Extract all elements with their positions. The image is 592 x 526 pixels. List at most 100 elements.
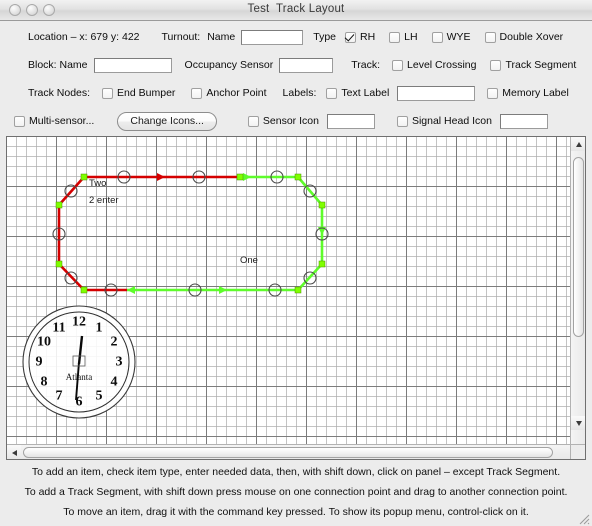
turnout-name-label: Name (207, 31, 236, 43)
clock-numeral: 8 (41, 375, 48, 390)
checkbox-text-label-label: Text Label (341, 87, 390, 99)
checkbox-double-xover-box[interactable] (484, 31, 496, 43)
connection-point (236, 173, 244, 181)
checkbox-anchor-point-box[interactable] (191, 87, 203, 99)
toolbar-row-block: Block: Name Occupancy Sensor Track: Leve… (0, 51, 592, 79)
checkbox-lh[interactable]: LH (389, 31, 418, 43)
track-label-one[interactable]: One (240, 255, 258, 266)
scroll-up-button[interactable] (571, 137, 585, 151)
checkbox-sensor-icon-box[interactable] (247, 115, 259, 127)
checkbox-track-segment-box[interactable] (490, 59, 502, 71)
triangle-left-icon (11, 449, 17, 456)
checkbox-anchor-point[interactable]: Anchor Point (191, 87, 267, 99)
toolbar-row-turnout: Location – x: 679 y: 422 Turnout: Name T… (0, 23, 592, 51)
checkbox-memory-label-box[interactable] (487, 87, 499, 99)
track-segment-ll-diag (58, 263, 85, 291)
clock-numeral: 2 (111, 335, 118, 350)
vertical-scrollbar-thumb[interactable] (573, 157, 584, 337)
checkbox-double-xover[interactable]: Double Xover (484, 31, 564, 43)
text-label-input[interactable] (397, 85, 476, 101)
track-label: Track: (351, 59, 381, 71)
clock-numeral: 5 (96, 389, 103, 404)
checkbox-end-bumper[interactable]: End Bumper (102, 87, 175, 99)
turnout-label: Turnout: (161, 31, 201, 43)
turnout-type-label: Type (313, 31, 336, 43)
track-segment-lr-diag (297, 263, 323, 291)
turnout-name-input[interactable] (241, 29, 304, 45)
checkbox-wye-box[interactable] (431, 31, 443, 43)
connection-point (318, 260, 326, 268)
clock-numeral: 12 (72, 315, 86, 330)
checkbox-double-xover-label: Double Xover (499, 31, 564, 43)
checkbox-track-segment[interactable]: Track Segment (490, 59, 576, 71)
layout-canvas[interactable]: 12 1 2 3 4 5 6 7 8 9 10 11 Atlanta Two 2… (7, 137, 571, 445)
checkbox-text-label-box[interactable] (326, 87, 338, 99)
block-name-label: Block: Name (28, 59, 88, 71)
toolbar-row-icons: Multi-sensor... Change Icons... Sensor I… (0, 107, 592, 135)
checkbox-wye-label: WYE (446, 31, 471, 43)
checkbox-rh-box[interactable] (345, 31, 356, 43)
resize-grip-icon[interactable] (576, 511, 590, 525)
checkbox-multi-sensor-box[interactable] (14, 115, 25, 127)
help-text-panel: To add an item, check item type, enter n… (0, 461, 592, 526)
window-title: Test Track Layout (247, 3, 345, 15)
checkbox-text-label[interactable]: Text Label (326, 87, 389, 99)
arrow-top-green (243, 173, 251, 181)
checkbox-level-crossing[interactable]: Level Crossing (392, 59, 476, 71)
checkbox-wye[interactable]: WYE (431, 31, 471, 43)
connection-point (80, 286, 88, 294)
track-block-two (57, 175, 240, 292)
track-segment-ur-diag (297, 176, 323, 206)
horizontal-scrollbar[interactable] (7, 444, 571, 459)
occupancy-sensor-input[interactable] (279, 57, 334, 73)
horizontal-scrollbar-thumb[interactable] (23, 447, 553, 458)
clock-numeral: 11 (52, 321, 65, 336)
clock-numeral: 4 (111, 375, 118, 390)
vertical-scrollbar[interactable] (570, 137, 585, 445)
connection-point (55, 201, 63, 209)
track-label-two[interactable]: Two (89, 178, 106, 189)
connection-point (55, 260, 63, 268)
title-bar: Test Track Layout (0, 0, 592, 21)
clock-numeral: 10 (37, 335, 51, 350)
arrow-top-red (157, 173, 165, 181)
track-direction-arrows-red (157, 173, 165, 181)
track-direction-arrows (127, 173, 326, 294)
change-icons-button[interactable]: Change Icons... (117, 111, 217, 131)
occupancy-sensor-label: Occupancy Sensor (184, 59, 274, 71)
checkbox-level-crossing-box[interactable] (392, 59, 404, 71)
scroll-left-button[interactable] (7, 445, 21, 459)
clock-numeral: 9 (36, 355, 43, 370)
location-readout: Location – x: 679 y: 422 (28, 31, 140, 43)
checkbox-signal-head-icon-box[interactable] (396, 115, 408, 127)
checkbox-end-bumper-box[interactable] (102, 87, 114, 99)
layout-panel[interactable]: 12 1 2 3 4 5 6 7 8 9 10 11 Atlanta Two 2… (6, 136, 586, 460)
track-label-2-enter[interactable]: 2 enter (89, 195, 119, 206)
scroll-down-button[interactable] (571, 416, 585, 430)
checkbox-multi-sensor-label: Multi-sensor... (29, 115, 95, 127)
checkbox-multi-sensor[interactable]: Multi-sensor... (14, 115, 94, 127)
connection-point (294, 286, 302, 294)
anchor-points (52, 170, 329, 297)
connection-points (55, 173, 326, 294)
connection-point (318, 201, 326, 209)
sensor-icon-input[interactable] (326, 113, 375, 129)
checkbox-lh-box[interactable] (389, 31, 401, 43)
clock-numeral: 3 (116, 355, 123, 370)
connection-point (294, 173, 302, 181)
checkbox-rh[interactable]: RH (345, 31, 375, 43)
track-segment-ul-diag (58, 176, 85, 206)
checkbox-signal-head-icon[interactable]: Signal Head Icon (396, 115, 492, 127)
labels-label: Labels: (282, 87, 317, 99)
checkbox-sensor-icon-label: Sensor Icon (262, 115, 319, 127)
help-line-3: To move an item, drag it with the comman… (63, 506, 529, 518)
block-name-input[interactable] (93, 57, 172, 73)
triangle-up-icon (575, 141, 582, 147)
triangle-down-icon (575, 420, 582, 426)
track-nodes-label: Track Nodes: (28, 87, 91, 99)
help-line-1: To add an item, check item type, enter n… (31, 466, 561, 478)
signal-head-icon-input[interactable] (499, 113, 548, 129)
toolbar-row-nodes: Track Nodes: End Bumper Anchor Point Lab… (0, 79, 592, 107)
checkbox-sensor-icon[interactable]: Sensor Icon (247, 115, 319, 127)
checkbox-memory-label[interactable]: Memory Label (487, 87, 569, 99)
